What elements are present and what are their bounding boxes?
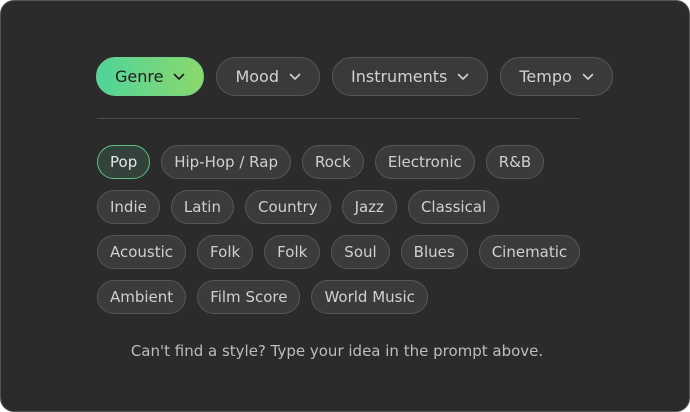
genre-chip-rnb[interactable]: R&B xyxy=(485,145,545,179)
genre-chip-hip-hop-rap[interactable]: Hip-Hop / Rap xyxy=(161,145,291,179)
filter-mood-button[interactable]: Mood xyxy=(216,57,320,96)
genre-chip-film-score[interactable]: Film Score xyxy=(197,280,301,314)
chip-row: Pop Hip-Hop / Rap Rock Electronic R&B xyxy=(97,145,597,179)
filter-label: Instruments xyxy=(351,67,448,86)
genre-chip-blues[interactable]: Blues xyxy=(400,235,468,269)
genre-chip-pop[interactable]: Pop xyxy=(97,145,151,179)
genre-chip-rock[interactable]: Rock xyxy=(301,145,364,179)
chip-row: Ambient Film Score World Music xyxy=(97,280,597,314)
filter-label: Mood xyxy=(235,67,279,86)
filter-label: Tempo xyxy=(519,67,572,86)
genre-chip-list: Pop Hip-Hop / Rap Rock Electronic R&B In… xyxy=(97,145,597,325)
chevron-down-icon xyxy=(173,73,185,81)
genre-chip-soul[interactable]: Soul xyxy=(331,235,390,269)
genre-picker-panel: Genre Mood Instruments Tempo Pop Hip-Hop… xyxy=(0,0,690,412)
genre-chip-ambient[interactable]: Ambient xyxy=(97,280,187,314)
genre-chip-indie[interactable]: Indie xyxy=(97,190,160,224)
genre-chip-latin[interactable]: Latin xyxy=(170,190,234,224)
genre-chip-jazz[interactable]: Jazz xyxy=(341,190,397,224)
genre-chip-cinematic[interactable]: Cinematic xyxy=(478,235,581,269)
hint-text: Can't find a style? Type your idea in th… xyxy=(130,342,544,360)
chevron-down-icon xyxy=(289,73,301,81)
chip-row: Indie Latin Country Jazz Classical xyxy=(97,190,597,224)
genre-chip-classical[interactable]: Classical xyxy=(407,190,500,224)
genre-chip-country[interactable]: Country xyxy=(244,190,331,224)
genre-chip-acoustic[interactable]: Acoustic xyxy=(97,235,187,269)
filter-tabs: Genre Mood Instruments Tempo xyxy=(96,57,613,96)
chip-row: Acoustic Folk Folk Soul Blues Cinematic xyxy=(97,235,597,269)
genre-chip-world-music[interactable]: World Music xyxy=(311,280,428,314)
filter-instruments-button[interactable]: Instruments xyxy=(332,57,489,96)
genre-chip-folk-2[interactable]: Folk xyxy=(264,235,321,269)
chevron-down-icon xyxy=(457,73,469,81)
filter-tempo-button[interactable]: Tempo xyxy=(500,57,613,96)
filter-genre-button[interactable]: Genre xyxy=(96,57,205,96)
filter-label: Genre xyxy=(115,67,164,86)
genre-chip-electronic[interactable]: Electronic xyxy=(374,145,475,179)
chevron-down-icon xyxy=(582,73,594,81)
genre-chip-folk[interactable]: Folk xyxy=(197,235,254,269)
divider xyxy=(97,118,579,119)
